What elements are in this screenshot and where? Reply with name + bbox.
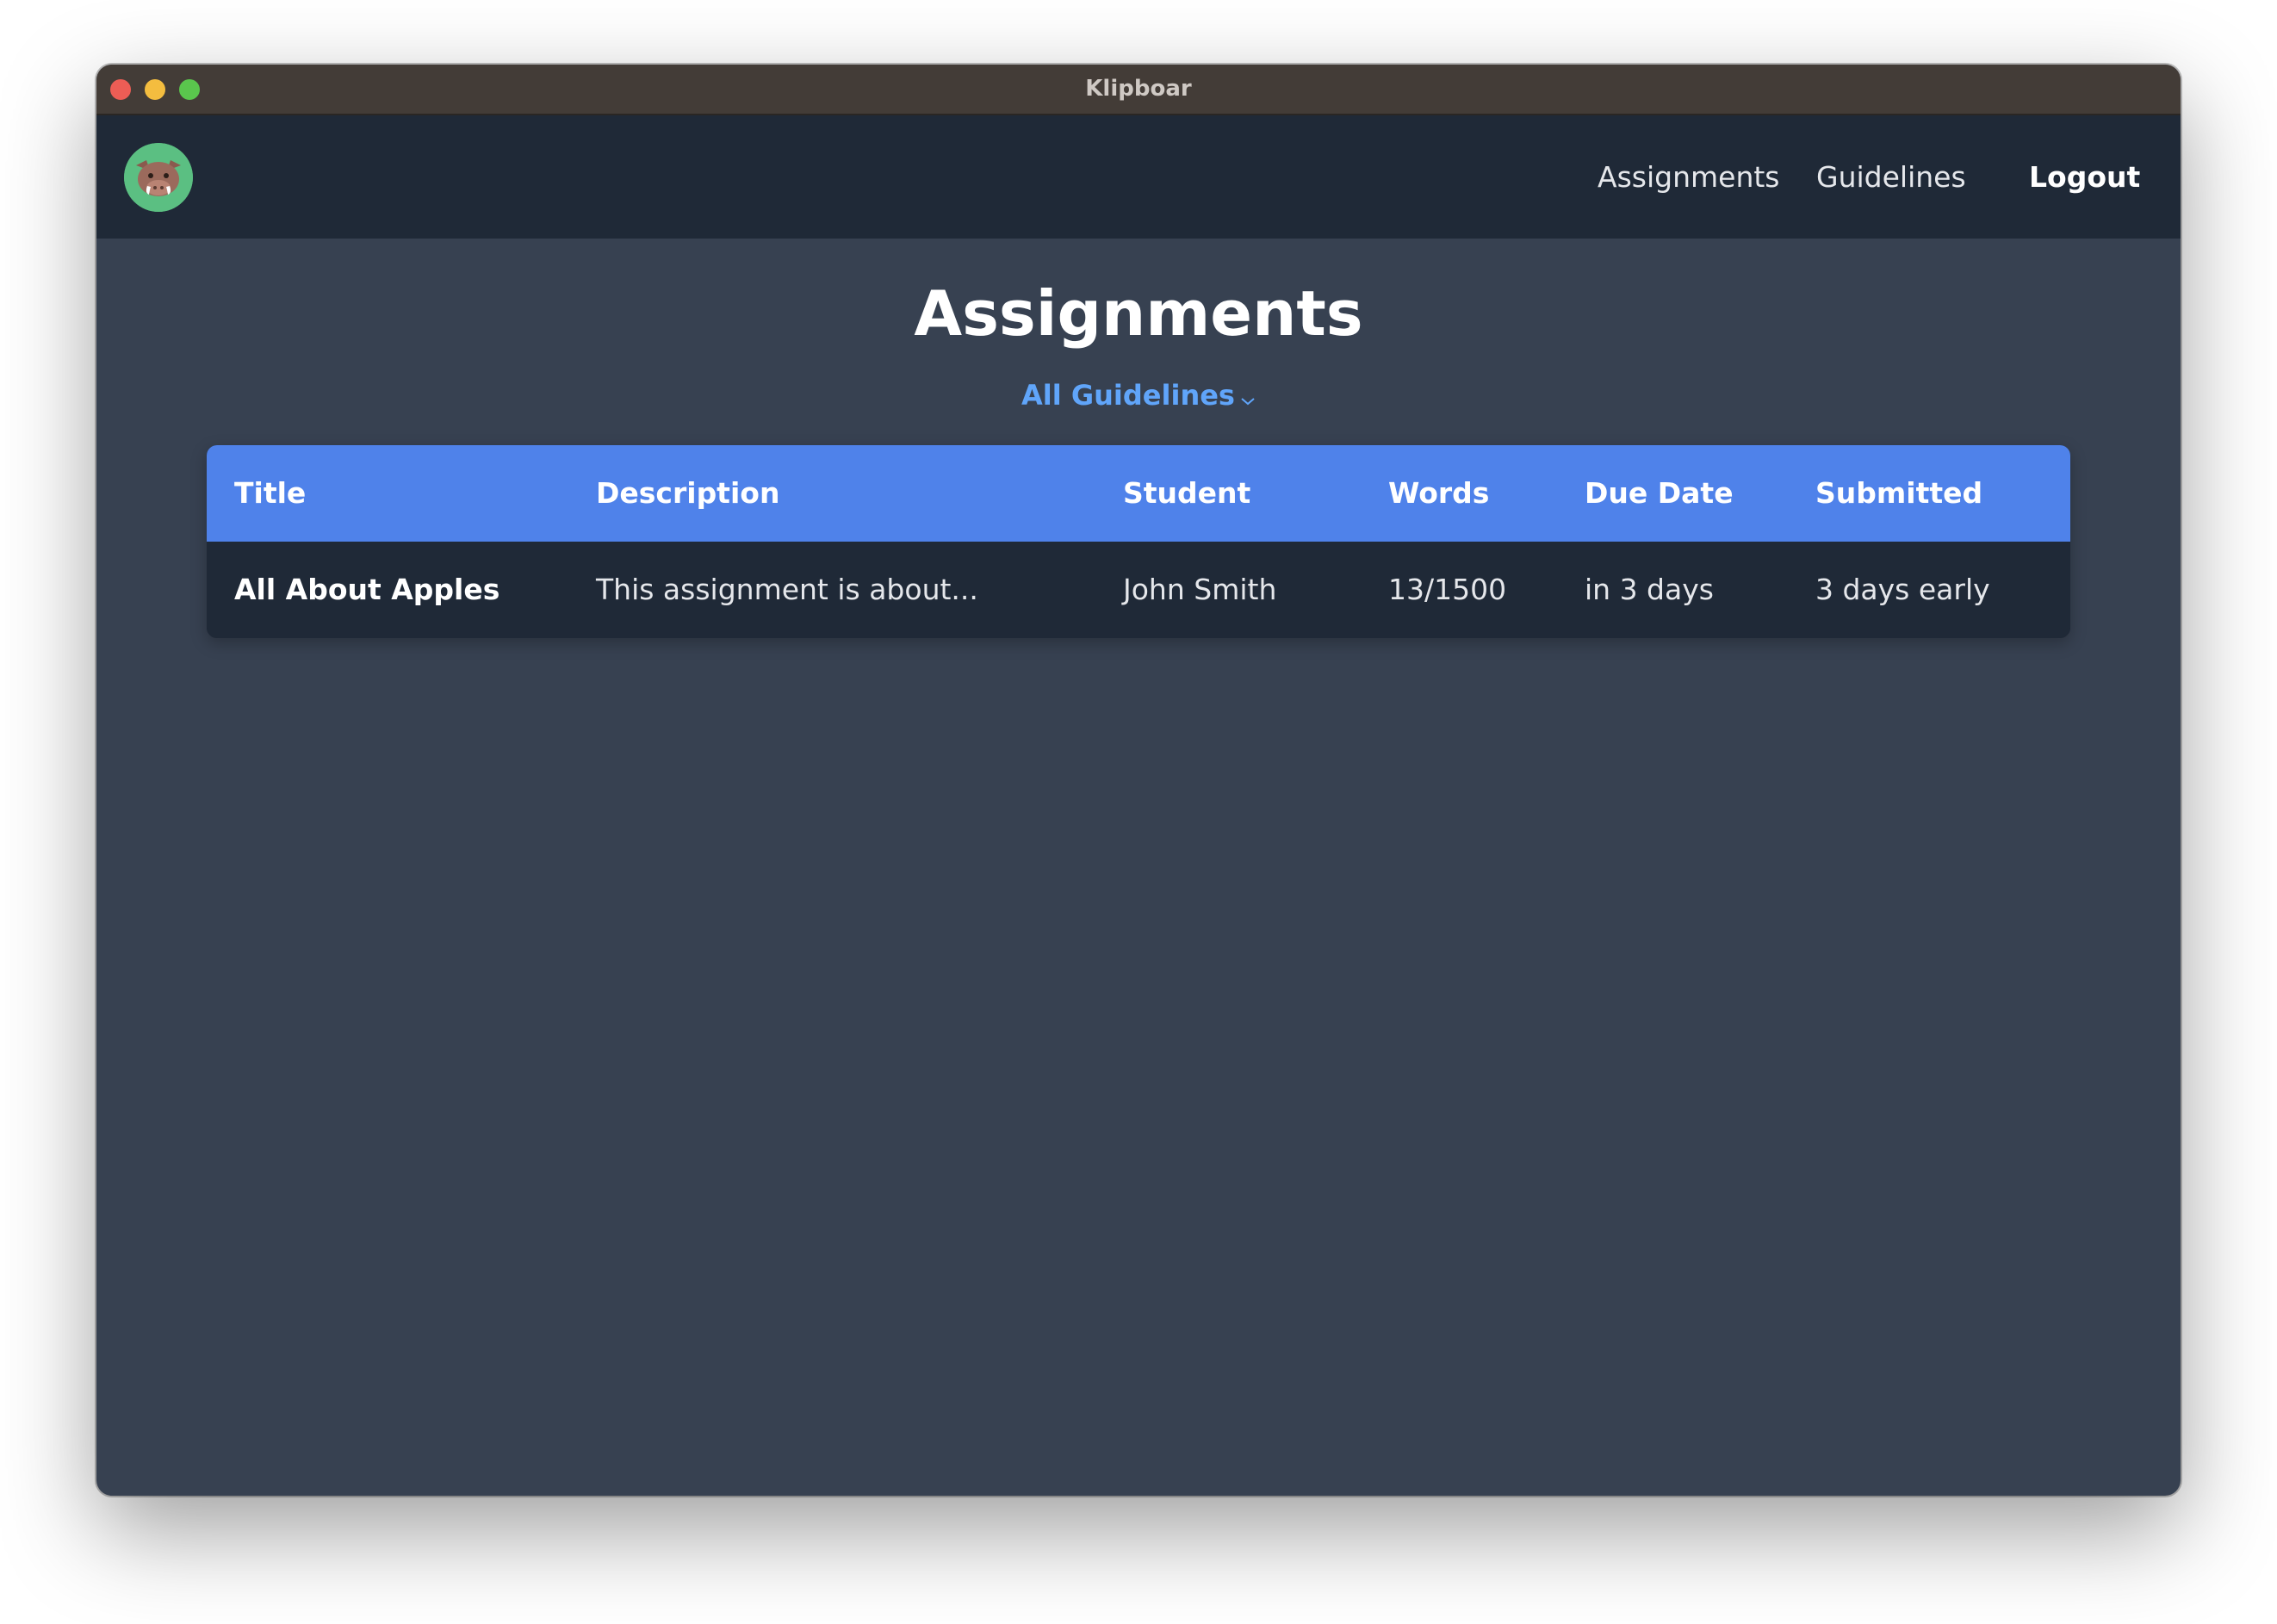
column-header-student[interactable]: Student xyxy=(1123,445,1250,542)
column-header-description[interactable]: Description xyxy=(596,445,779,542)
assignment-description: This assignment is about... xyxy=(596,573,978,606)
column-header-title[interactable]: Title xyxy=(234,445,306,542)
assignments-table: Title Description Student Words Due Date… xyxy=(207,445,2070,638)
column-header-due-date[interactable]: Due Date xyxy=(1585,445,1734,542)
window-titlebar[interactable]: Klipboar xyxy=(96,65,2181,115)
nav-link-guidelines[interactable]: Guidelines xyxy=(1816,115,1966,239)
nav-link-assignments[interactable]: Assignments xyxy=(1598,115,1780,239)
assignment-words: 13/1500 xyxy=(1388,573,1507,606)
assignment-student: John Smith xyxy=(1123,573,1277,606)
column-header-words[interactable]: Words xyxy=(1388,445,1489,542)
assignment-submitted: 3 days early xyxy=(1815,573,1990,606)
guidelines-filter-label: All Guidelines xyxy=(1021,379,1235,412)
app-window: Klipboar Assignments Guidelines Logout A… xyxy=(96,65,2181,1496)
logout-button[interactable]: Logout xyxy=(2029,115,2140,239)
top-navbar: Assignments Guidelines Logout xyxy=(96,115,2181,239)
assignment-title[interactable]: All About Apples xyxy=(234,542,499,638)
assignment-due-date: in 3 days xyxy=(1585,573,1714,606)
chevron-down-icon xyxy=(1240,378,1256,416)
table-header-row: Title Description Student Words Due Date… xyxy=(207,445,2070,542)
window-title: Klipboar xyxy=(1085,76,1192,102)
guidelines-filter-dropdown[interactable]: All Guidelines xyxy=(96,376,2181,416)
page-title: Assignments xyxy=(914,277,1363,350)
boar-logo-icon[interactable] xyxy=(124,143,193,212)
column-header-submitted[interactable]: Submitted xyxy=(1815,445,1982,542)
table-row[interactable]: All About Apples This assignment is abou… xyxy=(207,542,2070,638)
main-content: Assignments All Guidelines Title Descrip… xyxy=(96,239,2181,1496)
